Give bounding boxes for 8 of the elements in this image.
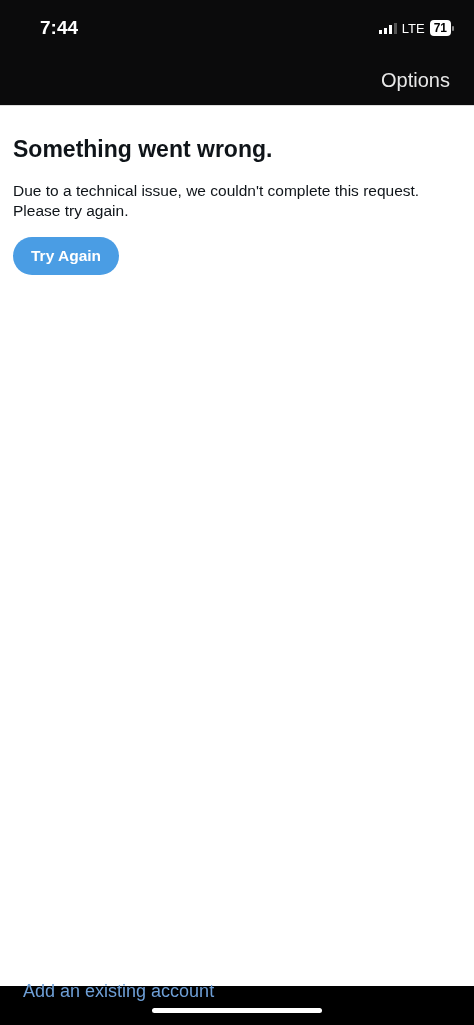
battery-icon: 71 bbox=[429, 20, 454, 36]
status-time: 7:44 bbox=[40, 17, 79, 39]
network-label: LTE bbox=[401, 20, 425, 36]
error-title: Something went wrong. bbox=[13, 136, 273, 163]
error-message: Due to a technical issue, we couldn't complete this request. Please try again. bbox=[13, 181, 421, 221]
options-button[interactable]: Options bbox=[381, 69, 450, 92]
signal-icon bbox=[378, 22, 397, 34]
add-account-link[interactable]: Add an existing account bbox=[23, 981, 215, 1002]
